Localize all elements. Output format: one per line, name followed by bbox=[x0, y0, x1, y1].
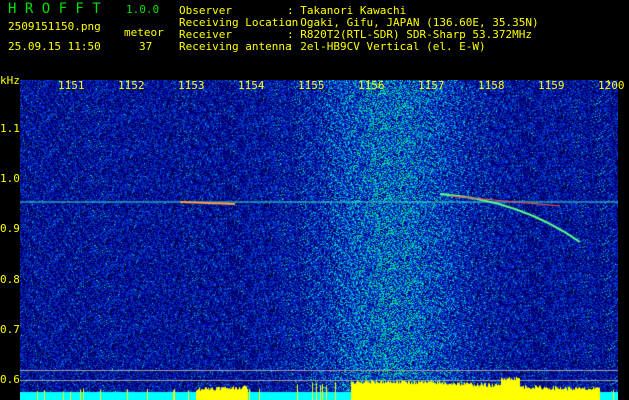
x-tick-label: 1159 bbox=[538, 79, 565, 92]
y-tick-label: 0.8 bbox=[0, 272, 20, 286]
meteor-label: meteor bbox=[124, 26, 164, 39]
spectrogram bbox=[20, 80, 618, 400]
x-tick-label: 1157 bbox=[418, 79, 445, 92]
x-tick-label: 1153 bbox=[178, 79, 205, 92]
info-label: Receiving antenna bbox=[179, 40, 292, 53]
y-tick-label: 0.9 bbox=[0, 222, 20, 236]
x-tick-label: 1151 bbox=[58, 79, 85, 92]
y-tick-label: 0.7 bbox=[0, 322, 20, 336]
x-tick-label: 1156 bbox=[358, 79, 385, 92]
meteor-count: 37 bbox=[139, 40, 153, 53]
y-tick-label: 1.1 bbox=[0, 122, 20, 135]
x-tick-label: 1152 bbox=[118, 79, 145, 92]
x-tick-label: 1154 bbox=[238, 79, 265, 92]
app-title: H R O F F T bbox=[8, 1, 101, 17]
x-tick-label: 1200 bbox=[598, 79, 625, 92]
app-version: 1.0.0 bbox=[126, 3, 160, 16]
x-tick-label: 1155 bbox=[298, 79, 325, 92]
y-tick-label: 0.6 bbox=[0, 373, 20, 386]
file-name: 2509151150.png bbox=[8, 20, 101, 33]
y-axis-unit: kHz bbox=[0, 74, 20, 87]
y-tick-label: 1.0 bbox=[0, 172, 20, 186]
x-tick-label: 1158 bbox=[478, 79, 505, 92]
info-value: : 2el-HB9CV Vertical (el. E-W) bbox=[287, 40, 486, 53]
file-datetime: 25.09.15 11:50 bbox=[8, 40, 101, 53]
